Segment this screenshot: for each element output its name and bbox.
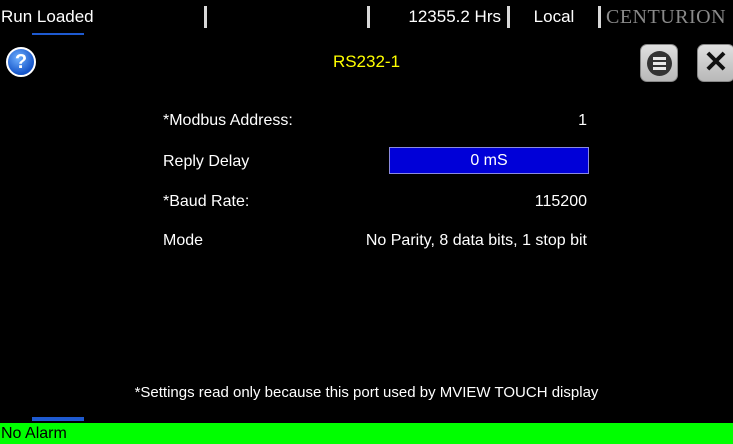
run-hours-label: 12355.2 Hrs [370, 6, 507, 28]
page-indicator-tab [32, 417, 84, 421]
menu-icon [647, 51, 672, 76]
modbus-address-value: 1 [578, 112, 587, 129]
close-button[interactable]: ✕ [697, 44, 733, 82]
baud-rate-value: 115200 [534, 193, 587, 210]
page-title: RS232-1 [332, 52, 401, 71]
menu-button[interactable] [640, 44, 678, 82]
reply-delay-field[interactable]: 0 mS [389, 147, 589, 174]
reply-delay-label: Reply Delay [163, 153, 250, 170]
mode-value: No Parity, 8 data bits, 1 stop bit [365, 232, 587, 249]
modbus-address-label: *Modbus Address: [163, 112, 293, 129]
baud-rate-label: *Baud Rate: [163, 193, 250, 210]
close-icon: ✕ [703, 46, 729, 79]
control-mode-label: Local [510, 6, 598, 28]
alarm-status-bar[interactable]: No Alarm [0, 423, 733, 444]
run-state-label: Run Loaded [0, 6, 205, 28]
status-bar: Run Loaded 12355.2 Hrs Local CENTURION [0, 0, 733, 33]
status-blank-segment [207, 6, 367, 28]
brand-logo: CENTURION [601, 6, 733, 28]
read-only-note: *Settings read only because this port us… [134, 384, 599, 401]
mode-label: Mode [163, 232, 204, 249]
